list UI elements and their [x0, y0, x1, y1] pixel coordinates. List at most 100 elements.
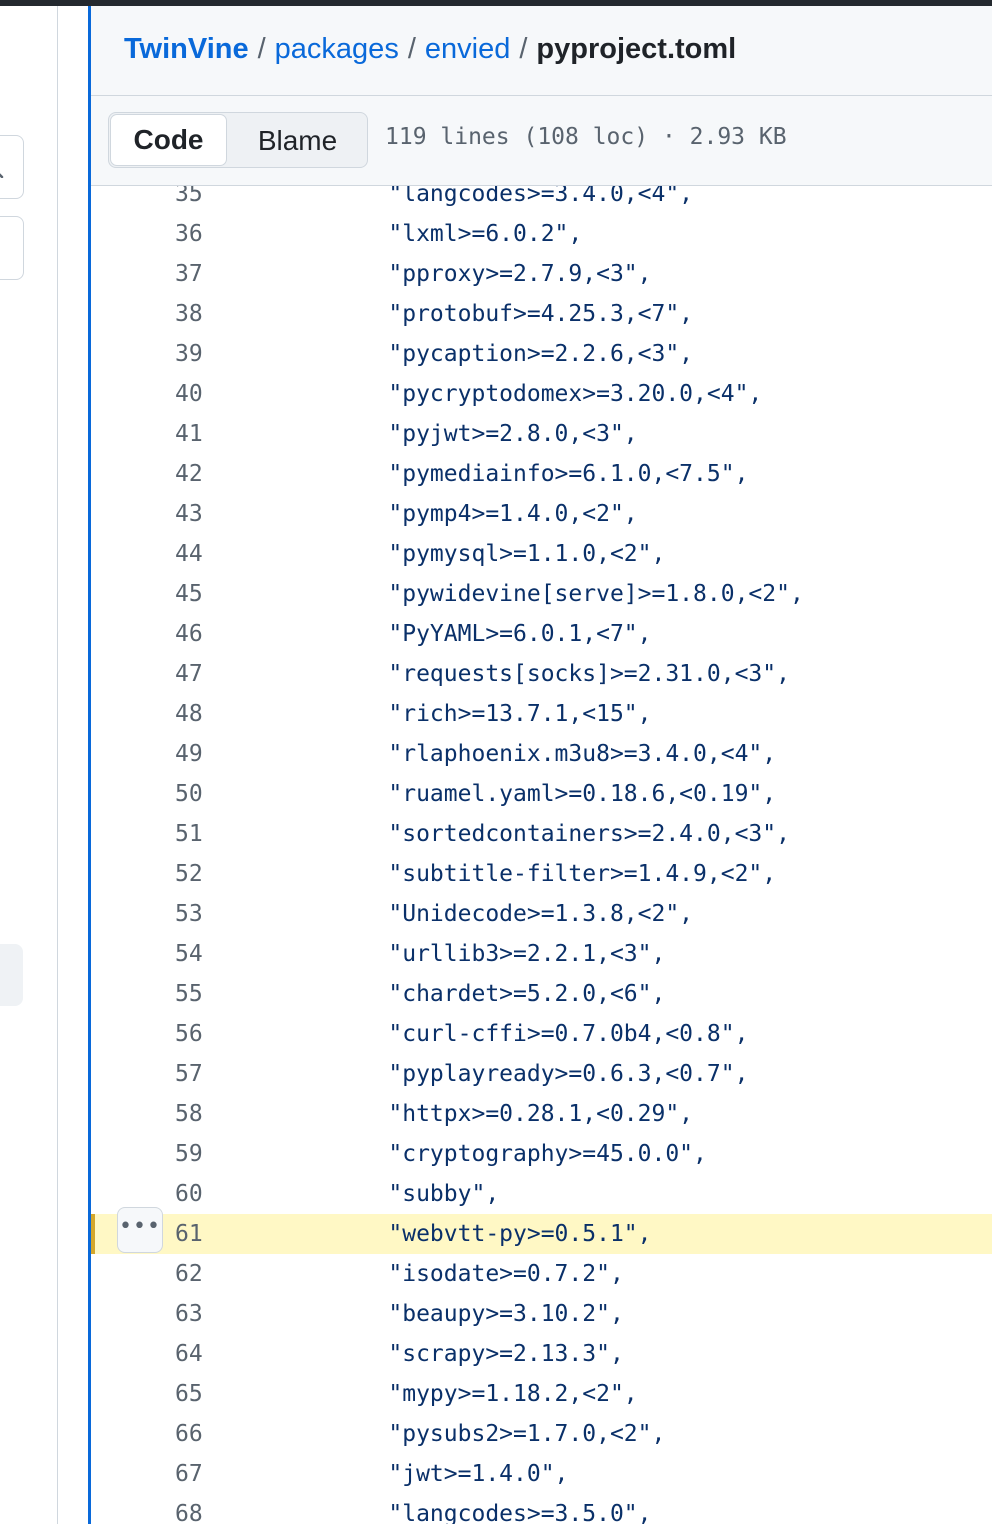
- code-line[interactable]: 50 "ruamel.yaml>=0.18.6,<0.19",: [91, 774, 992, 814]
- line-number[interactable]: 35: [175, 186, 203, 214]
- code-text: "ruamel.yaml>=0.18.6,<0.19",: [333, 781, 777, 807]
- line-number[interactable]: 59: [175, 1134, 203, 1174]
- code-line[interactable]: 35 "langcodes>=3.4.0,<4",: [91, 186, 992, 214]
- code-line[interactable]: 52 "subtitle-filter>=1.4.9,<2",: [91, 854, 992, 894]
- line-number[interactable]: 58: [175, 1094, 203, 1134]
- line-number[interactable]: 37: [175, 254, 203, 294]
- line-number[interactable]: 63: [175, 1294, 203, 1334]
- code-line[interactable]: 43 "pymp4>=1.4.0,<2",: [91, 494, 992, 534]
- code-text: "pymediainfo>=6.1.0,<7.5",: [333, 461, 749, 487]
- code-tab-button[interactable]: Code: [110, 114, 227, 166]
- blame-tab-button[interactable]: Blame: [229, 114, 366, 166]
- line-number[interactable]: 51: [175, 814, 203, 854]
- line-number[interactable]: 42: [175, 454, 203, 494]
- code-text: "httpx>=0.28.1,<0.29",: [333, 1101, 694, 1127]
- breadcrumb-envied-link[interactable]: envied: [425, 33, 510, 65]
- code-text: "rlaphoenix.m3u8>=3.4.0,<4",: [333, 741, 777, 767]
- line-number[interactable]: 62: [175, 1254, 203, 1294]
- line-number[interactable]: 54: [175, 934, 203, 974]
- line-number[interactable]: 48: [175, 694, 203, 734]
- code-line[interactable]: 37 "pproxy>=2.7.9,<3",: [91, 254, 992, 294]
- code-line[interactable]: 68 "langcodes>=3.5.0",: [91, 1494, 992, 1524]
- line-number[interactable]: 39: [175, 334, 203, 374]
- line-number[interactable]: 38: [175, 294, 203, 334]
- kebab-horizontal-icon[interactable]: •••: [117, 1207, 163, 1253]
- code-line[interactable]: 59 "cryptography>=45.0.0",: [91, 1134, 992, 1174]
- code-line[interactable]: 53 "Unidecode>=1.3.8,<2",: [91, 894, 992, 934]
- code-text: "webvtt-py>=0.5.1",: [333, 1221, 652, 1247]
- code-line[interactable]: 38 "protobuf>=4.25.3,<7",: [91, 294, 992, 334]
- line-number[interactable]: 49: [175, 734, 203, 774]
- code-line[interactable]: 46 "PyYAML>=6.0.1,<7",: [91, 614, 992, 654]
- code-line[interactable]: 36 "lxml>=6.0.2",: [91, 214, 992, 254]
- line-number[interactable]: 44: [175, 534, 203, 574]
- file-tree-item-selected[interactable]: [0, 944, 23, 1006]
- code-line[interactable]: 54 "urllib3>=2.2.1,<3",: [91, 934, 992, 974]
- line-number[interactable]: 40: [175, 374, 203, 414]
- line-number[interactable]: 52: [175, 854, 203, 894]
- line-number[interactable]: 46: [175, 614, 203, 654]
- file-filter-input[interactable]: [0, 216, 24, 280]
- line-number[interactable]: 68: [175, 1494, 203, 1524]
- code-text: "subby",: [333, 1181, 500, 1207]
- code-text: "subtitle-filter>=1.4.9,<2",: [333, 861, 777, 887]
- code-line[interactable]: 57 "pyplayready>=0.6.3,<0.7",: [91, 1054, 992, 1094]
- line-number[interactable]: 36: [175, 214, 203, 254]
- code-text: "jwt>=1.4.0",: [333, 1461, 569, 1487]
- breadcrumb-packages-link[interactable]: packages: [275, 33, 399, 65]
- code-line[interactable]: 64 "scrapy>=2.13.3",: [91, 1334, 992, 1374]
- code-line[interactable]: 63 "beaupy>=3.10.2",: [91, 1294, 992, 1334]
- code-line[interactable]: 67 "jwt>=1.4.0",: [91, 1454, 992, 1494]
- line-number[interactable]: 41: [175, 414, 203, 454]
- code-line[interactable]: 41 "pyjwt>=2.8.0,<3",: [91, 414, 992, 454]
- breadcrumb-repo-link[interactable]: TwinVine: [124, 33, 249, 65]
- file-search-button[interactable]: [0, 135, 24, 199]
- code-view: 35 "langcodes>=3.4.0,<4", 36 "lxml>=6.0.2…: [91, 186, 992, 1524]
- code-line[interactable]: 47 "requests[socks]>=2.31.0,<3",: [91, 654, 992, 694]
- line-number[interactable]: 45: [175, 574, 203, 614]
- line-number[interactable]: 64: [175, 1334, 203, 1374]
- code-text: "pymp4>=1.4.0,<2",: [333, 501, 638, 527]
- view-mode-toggle: Code Blame: [108, 112, 368, 168]
- code-text: "pymysql>=1.1.0,<2",: [333, 541, 666, 567]
- code-line[interactable]: 39 "pycaption>=2.2.6,<3",: [91, 334, 992, 374]
- line-number[interactable]: 61: [175, 1214, 203, 1254]
- code-line[interactable]: 44 "pymysql>=1.1.0,<2",: [91, 534, 992, 574]
- code-line[interactable]: 45 "pywidevine[serve]>=1.8.0,<2",: [91, 574, 992, 614]
- line-number[interactable]: 50: [175, 774, 203, 814]
- code-line[interactable]: 65 "mypy>=1.18.2,<2",: [91, 1374, 992, 1414]
- breadcrumb-current-file: pyproject.toml: [536, 33, 737, 65]
- line-number[interactable]: 67: [175, 1454, 203, 1494]
- code-line[interactable]: 40 "pycryptodomex>=3.20.0,<4",: [91, 374, 992, 414]
- code-line[interactable]: 58 "httpx>=0.28.1,<0.29",: [91, 1094, 992, 1134]
- code-text: "langcodes>=3.4.0,<4",: [333, 186, 694, 207]
- code-text: "requests[socks]>=2.31.0,<3",: [333, 661, 790, 687]
- code-line[interactable]: 62 "isodate>=0.7.2",: [91, 1254, 992, 1294]
- line-number[interactable]: 55: [175, 974, 203, 1014]
- line-number[interactable]: 47: [175, 654, 203, 694]
- code-text: "protobuf>=4.25.3,<7",: [333, 301, 694, 327]
- code-line[interactable]: 55 "chardet>=5.2.0,<6",: [91, 974, 992, 1014]
- line-number[interactable]: 43: [175, 494, 203, 534]
- code-line[interactable]: 42 "pymediainfo>=6.1.0,<7.5",: [91, 454, 992, 494]
- code-line-highlighted[interactable]: ••• 61 "webvtt-py>=0.5.1",: [91, 1207, 992, 1254]
- line-number[interactable]: 65: [175, 1374, 203, 1414]
- line-number[interactable]: 53: [175, 894, 203, 934]
- file-header: TwinVine / packages / envied / pyproject.toml: [91, 6, 992, 96]
- code-text: "pyjwt>=2.8.0,<3",: [333, 421, 638, 447]
- file-tree-sidebar: [0, 6, 58, 1524]
- line-number[interactable]: 56: [175, 1014, 203, 1054]
- code-line[interactable]: 48 "rich>=13.7.1,<15",: [91, 694, 992, 734]
- code-line[interactable]: 60 "subby",: [91, 1174, 992, 1214]
- code-text: "rich>=13.7.1,<15",: [333, 701, 652, 727]
- code-line[interactable]: 51 "sortedcontainers>=2.4.0,<3",: [91, 814, 992, 854]
- line-number[interactable]: 57: [175, 1054, 203, 1094]
- code-line[interactable]: 56 "curl-cffi>=0.7.0b4,<0.8",: [91, 1014, 992, 1054]
- code-text: "Unidecode>=1.3.8,<2",: [333, 901, 694, 927]
- line-number[interactable]: 66: [175, 1414, 203, 1454]
- code-text: "mypy>=1.18.2,<2",: [333, 1381, 638, 1407]
- code-line[interactable]: 66 "pysubs2>=1.7.0,<2",: [91, 1414, 992, 1454]
- code-text: "chardet>=5.2.0,<6",: [333, 981, 666, 1007]
- code-line[interactable]: 49 "rlaphoenix.m3u8>=3.4.0,<4",: [91, 734, 992, 774]
- line-number[interactable]: 60: [175, 1174, 203, 1214]
